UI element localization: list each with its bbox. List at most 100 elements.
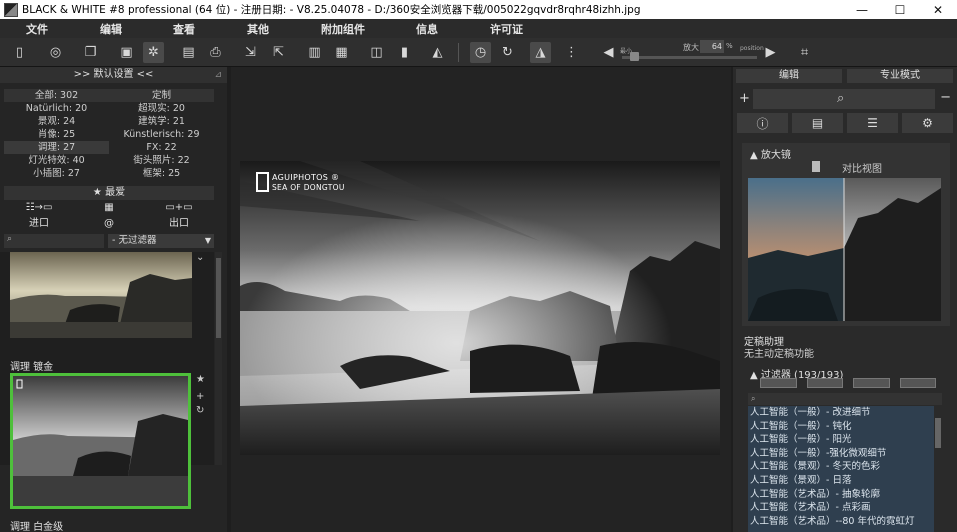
category-street[interactable]: 街头照片: 22 — [109, 154, 214, 167]
layout-icon[interactable]: ▦ — [331, 42, 352, 63]
magnifier-preview[interactable] — [748, 178, 941, 321]
list-item[interactable]: 人工智能（艺术品）--80 年代的霓虹灯 — [748, 515, 934, 529]
zoom-slider-thumb[interactable] — [630, 52, 639, 61]
zoom-max-label: position — [740, 45, 764, 52]
export-icon[interactable]: ⇲ — [240, 42, 261, 63]
add-icon[interactable]: + — [196, 391, 204, 402]
category-fx[interactable]: FX: 22 — [109, 141, 214, 154]
category-all[interactable]: 全部: 302 — [4, 89, 109, 102]
email-button[interactable]: @ — [74, 216, 144, 231]
category-toning[interactable]: 调理: 27 — [4, 141, 109, 154]
import-icon[interactable]: ☷→▭ — [4, 202, 74, 216]
save-icon[interactable]: ▤ — [178, 42, 199, 63]
preset-thumbnail-gilded[interactable] — [10, 252, 192, 338]
remove-icon[interactable]: − — [940, 90, 951, 105]
list-item[interactable]: 人工智能（一般）- 阳光 — [748, 433, 934, 447]
export-button[interactable]: 出口 — [144, 216, 214, 231]
info-icon[interactable]: ⓘ — [737, 113, 788, 133]
menu-view[interactable]: 查看 — [173, 21, 195, 37]
list-item[interactable]: 人工智能（一般）- 改进细节 — [748, 406, 934, 420]
menu-other[interactable]: 其他 — [247, 21, 269, 37]
filter-view-button-4[interactable] — [899, 378, 936, 388]
more-icon[interactable]: ⋮ — [561, 42, 582, 63]
crop-icon[interactable]: ⌗ — [794, 42, 815, 63]
scrollbar-thumb[interactable] — [216, 258, 221, 338]
category-frames[interactable]: 框架: 25 — [109, 167, 214, 180]
category-portrait[interactable]: 肖像: 25 — [4, 128, 109, 141]
share-icon[interactable]: ⇱ — [268, 42, 289, 63]
zoom-slider-track[interactable] — [622, 56, 757, 59]
preset-search-input[interactable]: ⌕ — [4, 234, 104, 248]
right-panel-scrollbar[interactable] — [951, 143, 957, 532]
category-natural[interactable]: Natürlich: 20 — [4, 102, 109, 115]
histogram-icon[interactable]: ◭ — [427, 42, 448, 63]
category-vignette[interactable]: 小插图: 27 — [4, 167, 109, 180]
email-icon[interactable]: ▦ — [74, 202, 144, 216]
category-light-effects[interactable]: 灯光特效: 40 — [4, 154, 109, 167]
scrollbar-thumb[interactable] — [935, 418, 941, 448]
list-item[interactable]: 人工智能（艺术品）- 抽象轮廓 — [748, 488, 934, 502]
list-icon[interactable]: ☰ — [847, 113, 898, 133]
thumbnail-scrollbar[interactable] — [215, 252, 222, 465]
filter-list-scrollbar[interactable] — [934, 406, 942, 532]
favorites-bar[interactable]: ★ 最爱 — [4, 186, 214, 200]
minimize-button[interactable]: — — [843, 0, 881, 19]
list-item[interactable]: 人工智能（一般）-强化微观细节 — [748, 447, 934, 461]
finalize-search-input[interactable]: ⌕ — [753, 89, 935, 109]
batch-icon[interactable]: ✲ — [143, 42, 164, 63]
add-icon[interactable]: + — [739, 91, 750, 106]
document-icon[interactable]: ▤ — [792, 113, 843, 133]
presets-header[interactable]: >> 默认设置 << ⊿ — [0, 67, 227, 83]
filter-view-button-3[interactable] — [853, 378, 890, 388]
thumb-menu-icon[interactable]: ⌄ — [196, 252, 204, 263]
list-item[interactable]: 人工智能（景观）- 冬天的色彩 — [748, 460, 934, 474]
category-architecture[interactable]: 建筑学: 21 — [109, 115, 214, 128]
import-button[interactable]: 进口 — [4, 216, 74, 231]
print-icon[interactable]: ⎙ — [205, 42, 226, 63]
close-button[interactable]: ✕ — [919, 0, 957, 19]
zoom-out-icon[interactable]: ◀ — [598, 42, 619, 63]
maximize-button[interactable]: ☐ — [881, 0, 919, 19]
category-custom[interactable]: 定制 — [109, 89, 214, 102]
filter-view-button-2[interactable] — [806, 378, 843, 388]
compare-toggle[interactable] — [812, 161, 820, 172]
list-item[interactable]: 人工智能（一般）- 钝化 — [748, 420, 934, 434]
favorite-star-icon[interactable]: ★ — [196, 374, 205, 385]
menu-file[interactable]: 文件 — [26, 21, 48, 37]
finalize-assistant-status: 无主动定稿功能 — [744, 349, 814, 360]
new-file-icon[interactable]: ▯ — [9, 42, 30, 63]
copy-icon[interactable]: ❐ — [80, 42, 101, 63]
filter-view-button-1[interactable] — [760, 378, 797, 388]
refresh-icon[interactable]: ↻ — [196, 405, 204, 416]
category-landscape[interactable]: 景观: 24 — [4, 115, 109, 128]
film-icon[interactable]: ▮ — [394, 42, 415, 63]
compare-view-label[interactable]: 对比视图 — [842, 160, 882, 175]
menu-license[interactable]: 许可证 — [490, 21, 523, 37]
export-preset-icon[interactable]: ▭+▭ — [144, 202, 214, 216]
menu-addons[interactable]: 附加组件 — [321, 21, 365, 37]
pin-icon[interactable]: ⊿ — [214, 67, 222, 83]
filter-select[interactable]: - 无过滤器 ▼ — [108, 234, 214, 248]
tab-edit[interactable]: 编辑 — [736, 69, 842, 83]
camera-icon[interactable]: ◎ — [45, 42, 66, 63]
main-image[interactable] — [240, 161, 720, 455]
page-icon[interactable]: ▥ — [304, 42, 325, 63]
list-item[interactable]: 人工智能（艺术品）- 点彩画 — [748, 501, 934, 515]
compare-icon[interactable]: ◫ — [366, 42, 387, 63]
history-icon[interactable]: ◷ — [470, 42, 491, 63]
tab-pro-mode[interactable]: 专业模式 — [847, 69, 953, 83]
filter-search-input[interactable]: ⌕ — [748, 393, 942, 405]
raw-icon[interactable]: ▣ — [116, 42, 137, 63]
menu-info[interactable]: 信息 — [416, 21, 438, 37]
menu-edit[interactable]: 编辑 — [100, 21, 122, 37]
list-item[interactable]: 人工智能（景观）- 日落 — [748, 474, 934, 488]
preset-thumbnail-platinum-selected[interactable] — [10, 373, 191, 509]
zoom-value-field[interactable]: 64 — [700, 40, 724, 53]
rotate-icon[interactable]: ↻ — [497, 42, 518, 63]
presets-header-label: >> 默认设置 << — [73, 69, 154, 80]
category-artistic[interactable]: Künstlerisch: 29 — [109, 128, 214, 141]
magnifier-title[interactable]: ▲ 放大镜 — [750, 146, 791, 161]
flip-icon[interactable]: ◮ — [530, 42, 551, 63]
category-surreal[interactable]: 超现实: 20 — [109, 102, 214, 115]
sliders-icon[interactable]: ⚙ — [902, 113, 953, 133]
